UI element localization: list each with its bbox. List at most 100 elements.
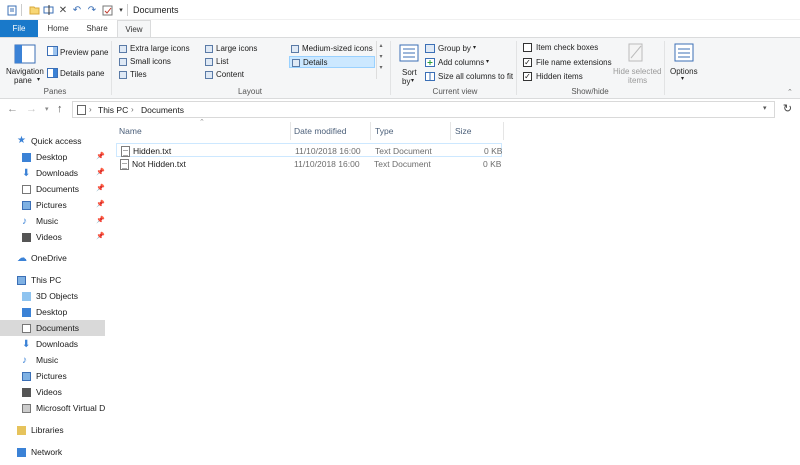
- forward-arrow-icon[interactable]: →: [26, 103, 37, 115]
- nav-libraries[interactable]: Libraries: [0, 422, 105, 438]
- table-row[interactable]: Not Hidden.txt 11/10/2018 16:00 Text Doc…: [116, 157, 502, 171]
- breadcrumb-this-pc[interactable]: This PC: [98, 105, 128, 115]
- layout-scroll[interactable]: ▴ ▾ ▾: [376, 41, 385, 79]
- undo-icon[interactable]: ↶: [71, 4, 83, 16]
- chevron-down-icon[interactable]: ▾: [681, 75, 684, 82]
- divider[interactable]: [503, 122, 504, 140]
- file-name: Hidden.txt: [133, 146, 172, 156]
- layout-details[interactable]: Details: [289, 56, 375, 68]
- delete-icon[interactable]: ✕: [57, 4, 69, 16]
- pin-icon[interactable]: 📌: [96, 149, 105, 165]
- file-name-extensions-checkbox[interactable]: ✓: [523, 58, 532, 67]
- layout-medium-icons[interactable]: Medium-sized icons: [289, 43, 375, 55]
- address-dropdown-icon[interactable]: ▾: [763, 104, 767, 112]
- divider[interactable]: [370, 122, 371, 140]
- new-folder-icon[interactable]: [28, 4, 40, 16]
- chevron-down-icon[interactable]: ▾: [37, 76, 40, 83]
- sort-by-button-line2[interactable]: by: [402, 77, 410, 86]
- nav-pc-music[interactable]: ♪ Music: [0, 352, 105, 368]
- pin-icon[interactable]: 📌: [96, 229, 105, 245]
- rename-icon[interactable]: [43, 4, 55, 16]
- music-icon: ♪: [22, 355, 27, 366]
- layout-list[interactable]: List: [203, 56, 287, 68]
- preview-pane-button[interactable]: Preview pane: [60, 48, 108, 57]
- drive-icon: [22, 404, 31, 413]
- file-date: 11/10/2018 16:00: [295, 146, 361, 156]
- checkmark-icon[interactable]: [101, 4, 113, 16]
- properties-icon[interactable]: [6, 4, 18, 16]
- nav-onedrive[interactable]: ☁ OneDrive: [0, 250, 105, 266]
- details-icon: [292, 59, 300, 67]
- table-row[interactable]: Hidden.txt 11/10/2018 16:00 Text Documen…: [116, 143, 502, 157]
- nav-network[interactable]: Network: [0, 444, 105, 460]
- up-arrow-icon[interactable]: ↑: [57, 103, 63, 115]
- tab-share[interactable]: Share: [78, 20, 116, 37]
- customize-dropdown-icon[interactable]: ▾: [115, 4, 127, 16]
- pin-icon[interactable]: 📌: [96, 197, 105, 213]
- layout-content[interactable]: Content: [203, 69, 287, 81]
- chevron-down-icon[interactable]: ▾: [486, 58, 489, 65]
- sort-by-button[interactable]: Sort: [402, 68, 417, 77]
- nav-quick-desktop[interactable]: Desktop 📌: [0, 149, 105, 165]
- nav-pc-videos[interactable]: Videos: [0, 384, 105, 400]
- column-header-date-modified[interactable]: Date modified: [294, 124, 346, 138]
- layout-large-icons[interactable]: Large icons: [203, 43, 287, 55]
- layout-small-icons[interactable]: Small icons: [117, 56, 201, 68]
- column-header-size[interactable]: Size: [455, 124, 472, 138]
- file-date: 11/10/2018 16:00: [294, 159, 360, 169]
- breadcrumb-documents[interactable]: Documents: [141, 105, 184, 115]
- pin-icon[interactable]: 📌: [96, 213, 105, 229]
- layout-extra-large-icons[interactable]: Extra large icons: [117, 43, 201, 55]
- item-check-boxes-checkbox[interactable]: [523, 43, 532, 52]
- redo-icon[interactable]: ↷: [86, 4, 98, 16]
- content-icon: [205, 71, 213, 79]
- collapse-ribbon-icon[interactable]: ⌃: [787, 88, 793, 96]
- navigation-pane-button[interactable]: Navigation: [6, 67, 44, 76]
- nav-quick-videos[interactable]: Videos 📌: [0, 229, 105, 245]
- divider[interactable]: [450, 122, 451, 140]
- column-header-type[interactable]: Type: [375, 124, 393, 138]
- add-columns-button[interactable]: Add columns: [438, 58, 484, 67]
- cloud-icon: ☁: [17, 253, 27, 264]
- nav-pc-pictures[interactable]: Pictures: [0, 368, 105, 384]
- nav-quick-access[interactable]: ★ Quick access: [0, 133, 105, 149]
- recent-locations-icon[interactable]: ▾: [45, 105, 49, 113]
- hide-selected-button-line2[interactable]: items: [628, 76, 647, 85]
- chevron-down-icon[interactable]: ▾: [473, 44, 476, 51]
- hidden-items-checkbox[interactable]: ✓: [523, 72, 532, 81]
- address-bar[interactable]: › This PC › Documents ▾: [72, 101, 775, 118]
- chevron-down-icon[interactable]: ▾: [411, 77, 414, 84]
- back-arrow-icon[interactable]: ←: [7, 103, 18, 115]
- videos-icon: [22, 233, 31, 242]
- nav-quick-pictures[interactable]: Pictures 📌: [0, 197, 105, 213]
- layout-tiles[interactable]: Tiles: [117, 69, 201, 81]
- hide-selected-button[interactable]: Hide selected: [613, 67, 661, 76]
- pin-icon[interactable]: 📌: [96, 181, 105, 197]
- tab-file[interactable]: File: [0, 20, 38, 37]
- download-icon: ⬇: [22, 339, 31, 350]
- tiles-icon: [119, 71, 127, 79]
- nav-this-pc[interactable]: This PC: [0, 272, 105, 288]
- documents-icon: [22, 185, 31, 194]
- nav-pc-desktop[interactable]: Desktop: [0, 304, 105, 320]
- details-pane-button[interactable]: Details pane: [60, 69, 104, 78]
- group-by-button[interactable]: Group by: [438, 44, 471, 53]
- ribbon: Navigation pane ▾ Preview pane Details p…: [0, 37, 800, 99]
- divider[interactable]: [290, 122, 291, 140]
- nav-pc-downloads[interactable]: ⬇ Downloads: [0, 336, 105, 352]
- nav-quick-downloads[interactable]: ⬇ Downloads 📌: [0, 165, 105, 181]
- tab-home[interactable]: Home: [40, 20, 76, 37]
- file-size: 0 KB: [483, 159, 502, 169]
- size-all-columns-button[interactable]: Size all columns to fit: [438, 72, 513, 81]
- navigation-pane-button-line2[interactable]: pane: [14, 76, 32, 85]
- nav-quick-documents[interactable]: Documents 📌: [0, 181, 105, 197]
- nav-pc-virtual-disk[interactable]: Microsoft Virtual Di: [0, 400, 105, 416]
- refresh-icon[interactable]: ↻: [779, 101, 796, 118]
- computer-icon: [17, 276, 26, 285]
- nav-quick-music[interactable]: ♪ Music 📌: [0, 213, 105, 229]
- nav-pc-3d-objects[interactable]: 3D Objects: [0, 288, 105, 304]
- pin-icon[interactable]: 📌: [96, 165, 105, 181]
- column-header-name[interactable]: Name: [119, 124, 142, 138]
- tab-view[interactable]: View: [117, 20, 151, 38]
- nav-pc-documents[interactable]: Documents: [0, 320, 105, 336]
